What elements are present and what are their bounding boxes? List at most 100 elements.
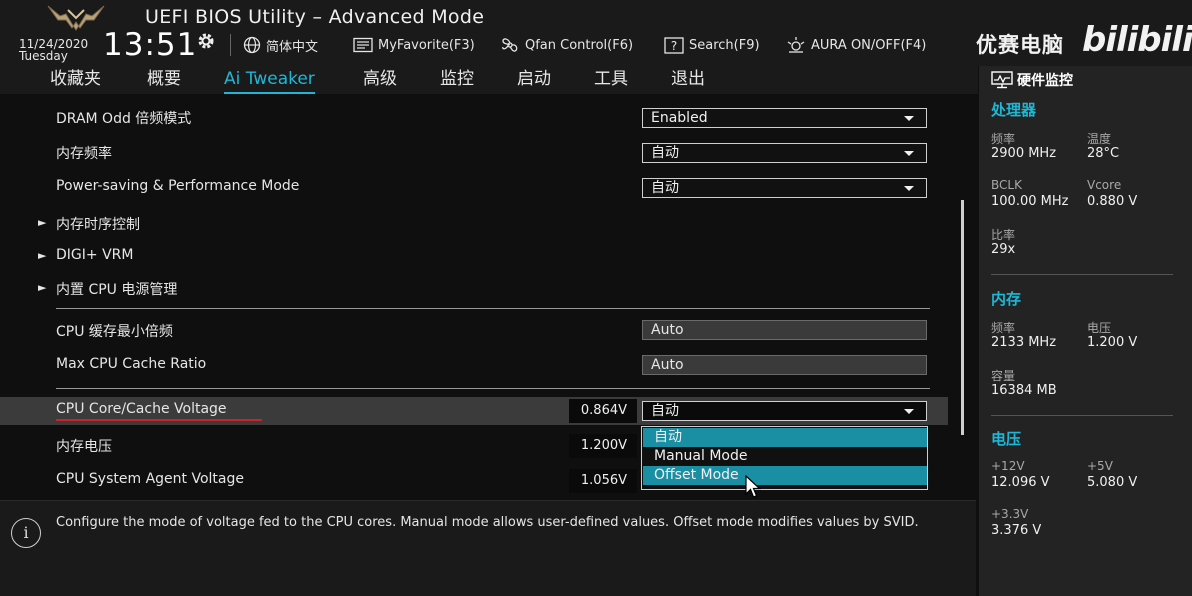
v5-value: 5.080 V	[1087, 475, 1138, 490]
myfavorite-button[interactable]: MyFavorite(F3)	[353, 35, 475, 55]
v33-value: 3.376 V	[991, 523, 1042, 538]
tab-favorites[interactable]: 收藏夹	[50, 66, 101, 94]
vcore-label: Vcore	[1087, 178, 1122, 192]
dram-odd-dropdown[interactable]: Enabled	[642, 108, 927, 128]
main-tab-bar: 收藏夹 概要 Ai Tweaker 高级 监控 启动 工具 退出	[0, 66, 978, 94]
submenu-arrow-icon: ►	[38, 281, 47, 294]
mouse-cursor-icon	[745, 475, 762, 498]
submenu-memory-timing[interactable]: 内存时序控制	[56, 214, 140, 234]
cpu-temp-label: 温度	[1087, 132, 1112, 146]
bclk-label: BCLK	[991, 178, 1022, 192]
power-mode-value: 自动	[651, 180, 679, 196]
cpu-section-title: 处理器	[991, 101, 1037, 119]
mem-freq-value: 2133 MHz	[991, 335, 1057, 350]
tab-tools[interactable]: 工具	[594, 66, 628, 94]
svg-text:?: ?	[671, 39, 677, 53]
fan-icon	[502, 38, 518, 52]
mem-capacity-value: 16384 MB	[991, 383, 1057, 398]
app-title: UEFI BIOS Utility – Advanced Mode	[145, 6, 485, 28]
help-bar: i Configure the mode of voltage fed to t…	[0, 500, 976, 596]
section-divider	[56, 308, 930, 309]
core-voltage-dropdown[interactable]: 自动	[642, 401, 927, 421]
tab-boot[interactable]: 启动	[517, 66, 551, 94]
search-button[interactable]: ? Search(F9)	[664, 35, 760, 55]
myfavorite-label: MyFavorite(F3)	[378, 37, 475, 53]
aura-light-icon	[787, 37, 805, 53]
dram-odd-label: DRAM Odd 倍频模式	[56, 111, 192, 127]
scrollbar[interactable]	[961, 200, 964, 435]
qfan-label: Qfan Control(F6)	[525, 37, 634, 53]
tab-monitor[interactable]: 监控	[440, 66, 474, 94]
submenu-arrow-icon: ►	[38, 249, 47, 262]
sa-voltage-label: CPU System Agent Voltage	[56, 471, 244, 487]
chevron-down-icon	[904, 151, 914, 156]
core-voltage-reading: 0.864V	[569, 399, 637, 423]
memory-frequency-value: 自动	[651, 145, 679, 161]
hardware-monitor-panel: 硬件监控 处理器 频率 温度 2900 MHz 28°C BCLK Vcore …	[979, 66, 1192, 596]
channel-watermark: 优赛电脑	[976, 33, 1064, 57]
v5-label: +5V	[1087, 459, 1113, 473]
max-cache-ratio-label: Max CPU Cache Ratio	[56, 356, 207, 372]
option-auto[interactable]: 自动	[643, 428, 927, 447]
power-mode-label: Power-saving & Performance Mode	[56, 178, 300, 194]
vcore-value: 0.880 V	[1087, 194, 1138, 209]
submenu-digi-vrm[interactable]: DIGI+ VRM	[56, 247, 133, 263]
voltage-section-title: 电压	[991, 430, 1022, 448]
max-cache-ratio-field[interactable]: Auto	[642, 355, 927, 375]
hw-monitor-title-label: 硬件监控	[1017, 73, 1073, 89]
cpu-cache-min-field[interactable]: Auto	[642, 320, 927, 340]
cpu-freq-value: 2900 MHz	[991, 146, 1057, 161]
header-divider	[230, 34, 231, 56]
tab-advanced[interactable]: 高级	[363, 66, 397, 94]
v12-label: +12V	[991, 459, 1025, 473]
globe-icon	[243, 36, 261, 54]
bilibili-watermark: bilibili	[1082, 20, 1192, 60]
submenu-cpu-power[interactable]: 内置 CPU 电源管理	[56, 279, 177, 299]
monitor-icon	[991, 71, 1013, 89]
aura-toggle-button[interactable]: AURA ON/OFF(F4)	[786, 35, 926, 55]
memory-voltage-label: 内存电压	[56, 439, 112, 455]
tab-ai-tweaker[interactable]: Ai Tweaker	[224, 66, 315, 94]
gear-icon[interactable]	[196, 31, 216, 51]
cpu-cache-min-label: CPU 缓存最小倍频	[56, 324, 173, 340]
power-mode-dropdown[interactable]: 自动	[642, 178, 927, 198]
qfan-control-button[interactable]: Qfan Control(F6)	[500, 35, 633, 55]
search-label: Search(F9)	[689, 37, 760, 53]
cpu-temp-value: 28°C	[1087, 146, 1120, 161]
dram-odd-value: Enabled	[651, 110, 708, 126]
voltage-mode-popup: 自动 Manual Mode Offset Mode	[641, 426, 928, 490]
hw-monitor-title: 硬件监控	[991, 70, 1073, 90]
memory-section-title: 内存	[991, 290, 1022, 308]
language-label: 简体中文	[266, 39, 319, 55]
submenu-arrow-icon: ►	[38, 216, 47, 229]
tab-overview[interactable]: 概要	[147, 66, 181, 94]
chevron-down-icon	[904, 409, 914, 414]
language-button[interactable]: 简体中文	[243, 35, 318, 55]
info-icon: i	[11, 518, 41, 548]
memory-frequency-dropdown[interactable]: 自动	[642, 143, 927, 163]
section-divider	[56, 388, 930, 389]
mem-capacity-label: 容量	[991, 369, 1016, 383]
tab-exit[interactable]: 退出	[671, 66, 705, 94]
memory-frequency-label: 内存频率	[56, 146, 112, 162]
bclk-value: 100.00 MHz	[991, 194, 1069, 209]
day-display: Tuesday	[19, 49, 68, 63]
chevron-down-icon	[904, 186, 914, 191]
core-voltage-label: CPU Core/Cache Voltage	[56, 401, 227, 417]
clock-display: 13:51	[103, 27, 198, 63]
title-bar: UEFI BIOS Utility – Advanced Mode 11/24/…	[0, 0, 1192, 66]
mem-freq-label: 频率	[991, 321, 1016, 335]
memory-voltage-reading: 1.200V	[569, 434, 637, 458]
mem-volt-value: 1.200 V	[1087, 335, 1138, 350]
help-description: Configure the mode of voltage fed to the…	[56, 515, 919, 530]
hw-divider	[991, 415, 1173, 416]
v12-value: 12.096 V	[991, 475, 1050, 490]
option-offset-mode[interactable]: Offset Mode	[643, 466, 927, 485]
search-help-icon: ?	[664, 36, 684, 54]
hw-divider	[991, 274, 1173, 275]
red-underline-annotation	[56, 419, 262, 421]
sa-voltage-reading: 1.056V	[569, 469, 637, 493]
ratio-label: 比率	[991, 228, 1016, 242]
v33-label: +3.3V	[991, 507, 1029, 521]
option-manual-mode[interactable]: Manual Mode	[643, 447, 927, 466]
